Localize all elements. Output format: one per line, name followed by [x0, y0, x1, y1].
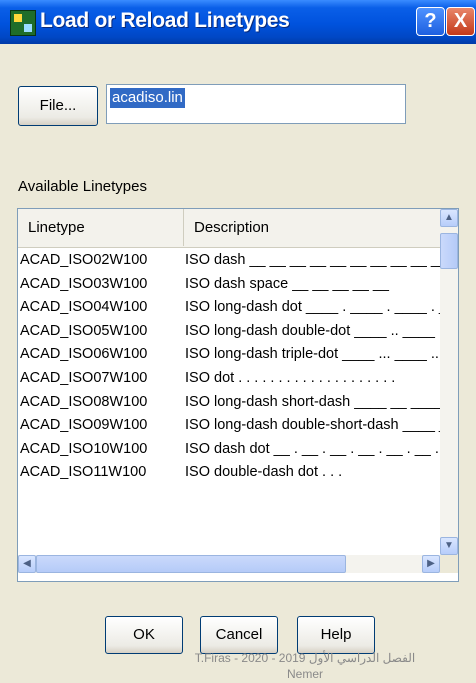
linetype-description: ISO dot . . . . . . . . . . . . . . . . …: [185, 369, 396, 386]
linetype-name: ACAD_ISO05W100: [20, 322, 148, 339]
linetype-description: ISO dash dot __ . __ . __ . __ . __ . __…: [185, 440, 439, 457]
app-icon: [10, 10, 36, 36]
linetype-description: ISO long-dash dot ____ . ____ . ____ . _…: [185, 299, 440, 316]
cancel-button[interactable]: Cancel: [200, 616, 278, 654]
cancel-button-label: Cancel: [215, 626, 263, 643]
linetype-description: ISO double-dash dot . . .: [185, 464, 343, 481]
linetype-name: ACAD_ISO02W100: [20, 252, 148, 268]
linetype-description: ISO long-dash double-short-dash ____ __ …: [185, 417, 440, 434]
linetype-name: ACAD_ISO08W100: [20, 393, 148, 410]
linetype-description: ISO dash space __ __ __ __ __: [185, 275, 389, 292]
scroll-left-icon[interactable]: ◀: [18, 555, 36, 573]
horizontal-scrollbar[interactable]: ◀ ▶: [18, 555, 440, 573]
linetype-name: ACAD_ISO04W100: [20, 299, 148, 316]
vertical-scrollbar[interactable]: ▲ ▼: [440, 209, 458, 555]
list-item[interactable]: ACAD_ISO07W100 ISO dot . . . . . . . . .…: [18, 367, 440, 391]
linetype-name: ACAD_ISO07W100: [20, 369, 148, 386]
footer-line-1: T.Firas - 2020 - 2019 الفصل الدراسي الأو…: [194, 651, 416, 665]
list-item[interactable]: ACAD_ISO05W100 ISO long-dash double-dot …: [18, 320, 440, 344]
linetype-list[interactable]: Linetype Description ACAD_ISO02W100 ISO …: [17, 208, 459, 582]
footer-caption: T.Firas - 2020 - 2019 الفصل الدراسي الأو…: [160, 650, 450, 682]
list-item[interactable]: ACAD_ISO08W100 ISO long-dash short-dash …: [18, 391, 440, 415]
list-item[interactable]: ACAD_ISO11W100 ISO double-dash dot . . .: [18, 461, 440, 485]
linetype-name: ACAD_ISO03W100: [20, 275, 148, 292]
list-item[interactable]: ACAD_ISO04W100 ISO long-dash dot ____ . …: [18, 296, 440, 320]
file-name-field[interactable]: acadiso.lin: [106, 84, 406, 124]
list-item[interactable]: ACAD_ISO06W100 ISO long-dash triple-dot …: [18, 343, 440, 367]
available-linetypes-label: Available Linetypes: [18, 178, 147, 195]
list-item[interactable]: ACAD_ISO09W100 ISO long-dash double-shor…: [18, 414, 440, 438]
footer-line-2: Nemer: [286, 667, 323, 681]
help-button-label: Help: [320, 626, 352, 643]
scroll-up-icon[interactable]: ▲: [440, 209, 458, 227]
linetype-description: ISO dash __ __ __ __ __ __ __ __ __ __: [185, 252, 440, 268]
window-title: Load or Reload Linetypes: [40, 9, 290, 32]
file-button[interactable]: File...: [18, 86, 98, 126]
linetype-description: ISO long-dash short-dash ____ __ ____: [185, 393, 440, 410]
list-rows: ACAD_ISO02W100 ISO dash __ __ __ __ __ _…: [18, 249, 440, 485]
vertical-scroll-thumb[interactable]: [440, 233, 458, 269]
scrollbar-corner: [440, 555, 458, 573]
horizontal-scroll-thumb[interactable]: [36, 555, 346, 573]
linetype-name: ACAD_ISO11W100: [20, 464, 147, 481]
linetype-name: ACAD_ISO10W100: [20, 440, 148, 457]
list-header: Linetype Description: [18, 209, 440, 248]
ok-button-label: OK: [133, 626, 155, 643]
close-button[interactable]: X: [446, 7, 475, 36]
linetype-description: ISO long-dash double-dot ____ .. ____ ..: [185, 322, 440, 339]
linetype-description: ISO long-dash triple-dot ____ ... ____ .…: [185, 346, 440, 363]
linetype-name: ACAD_ISO06W100: [20, 346, 148, 363]
list-item[interactable]: ACAD_ISO02W100 ISO dash __ __ __ __ __ _…: [18, 249, 440, 273]
column-header-linetype[interactable]: Linetype: [18, 209, 184, 246]
scroll-right-icon[interactable]: ▶: [422, 555, 440, 573]
ok-button[interactable]: OK: [105, 616, 183, 654]
help-title-button[interactable]: ?: [416, 7, 445, 36]
file-name-value: acadiso.lin: [110, 88, 185, 108]
help-button[interactable]: Help: [297, 616, 375, 654]
file-button-label: File...: [39, 97, 77, 114]
linetype-name: ACAD_ISO09W100: [20, 417, 148, 434]
list-item[interactable]: ACAD_ISO10W100 ISO dash dot __ . __ . __…: [18, 438, 440, 462]
list-item[interactable]: ACAD_ISO03W100 ISO dash space __ __ __ _…: [18, 273, 440, 297]
column-header-description[interactable]: Description: [184, 209, 440, 246]
title-bar[interactable]: Load or Reload Linetypes ? X: [0, 0, 476, 44]
scroll-down-icon[interactable]: ▼: [440, 537, 458, 555]
load-linetypes-dialog: Load or Reload Linetypes ? X File... aca…: [0, 0, 476, 683]
